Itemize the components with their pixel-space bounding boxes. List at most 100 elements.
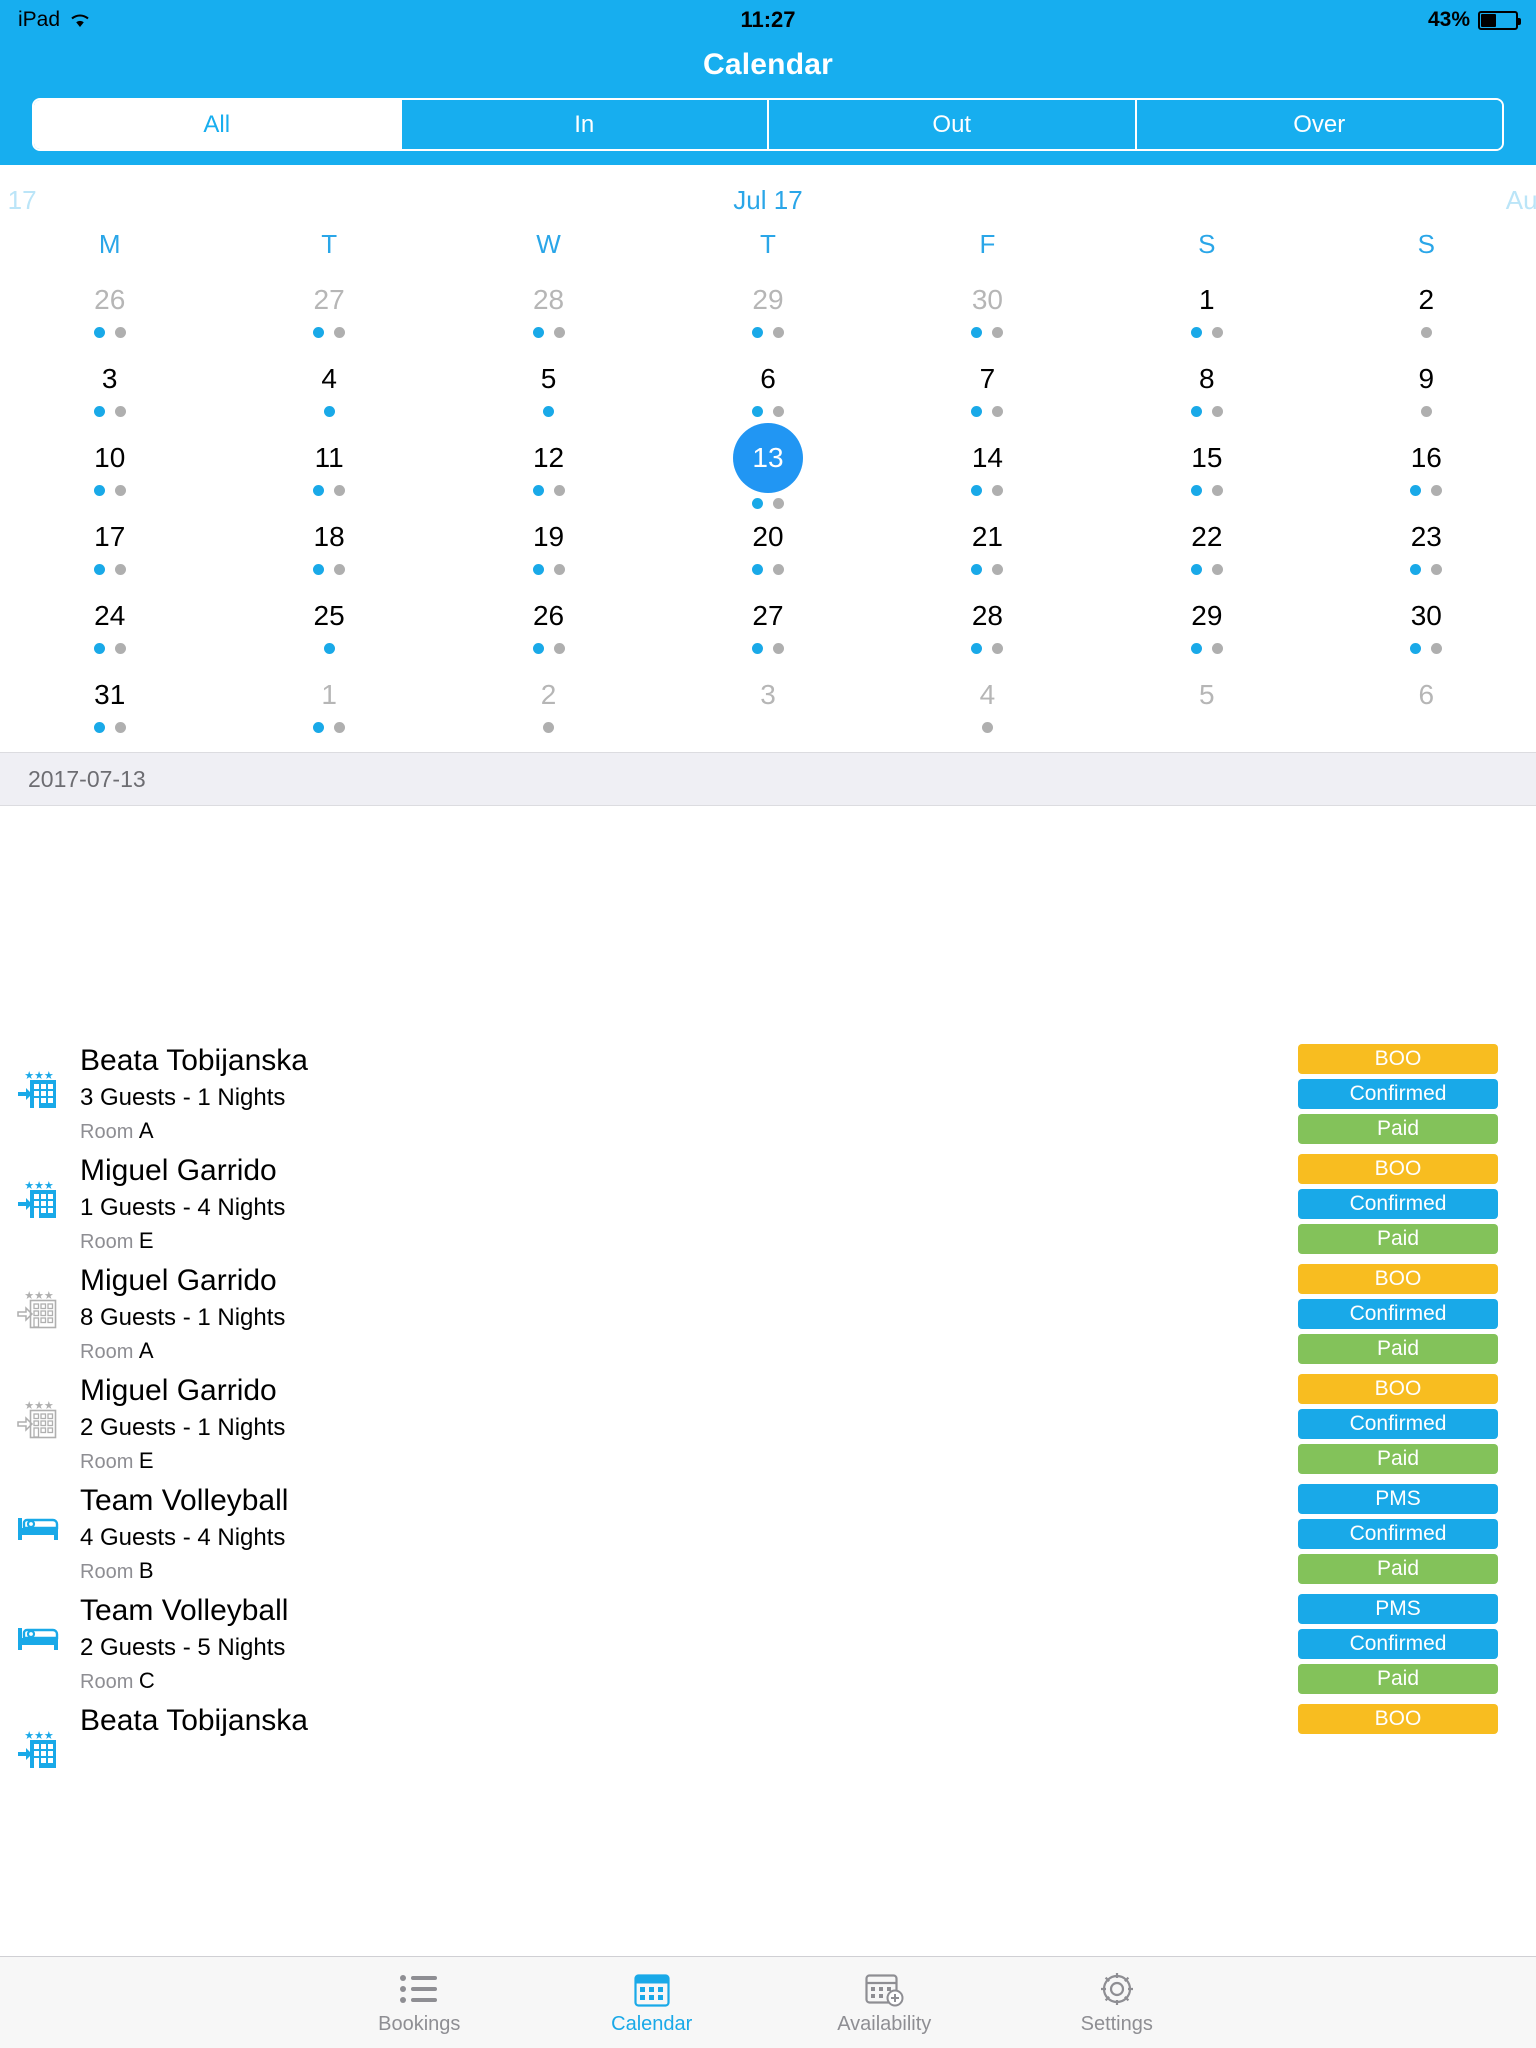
calendar-day-number[interactable]: 15 — [1172, 436, 1242, 480]
calendar-day-number[interactable]: 25 — [294, 594, 364, 638]
calendar-day-cell[interactable]: 26 — [439, 594, 658, 673]
calendar-day-cell[interactable]: 9 — [1317, 357, 1536, 436]
calendar-day-cell[interactable]: 30 — [878, 278, 1097, 357]
calendar-day-number[interactable]: 6 — [733, 357, 803, 401]
calendar-day-cell[interactable]: 13 — [658, 423, 877, 515]
calendar-day-cell[interactable]: 5 — [1097, 673, 1316, 752]
calendar-day-cell[interactable]: 27 — [658, 594, 877, 673]
calendar-day-number[interactable]: 2 — [514, 673, 584, 717]
calendar-day-cell[interactable]: 17 — [0, 515, 219, 594]
calendar-day-number[interactable]: 30 — [952, 278, 1022, 322]
calendar-day-number[interactable]: 30 — [1391, 594, 1461, 638]
calendar-day-number[interactable]: 2 — [1391, 278, 1461, 322]
calendar-day-number[interactable]: 22 — [1172, 515, 1242, 559]
booking-row[interactable]: ★★★ Beata Tobijanska 3 Guests - 1 Nights Ro… — [0, 1030, 1536, 1144]
calendar-day-selected[interactable]: 13 — [732, 423, 803, 493]
calendar-day-cell[interactable]: 1 — [219, 673, 438, 752]
calendar-day-number[interactable]: 10 — [75, 436, 145, 480]
tab-bar[interactable]: Bookings Calendar Availability Settings — [0, 1956, 1536, 2048]
calendar-day-number[interactable]: 4 — [294, 357, 364, 401]
calendar-day-cell[interactable]: 8 — [1097, 357, 1316, 436]
calendar-grid[interactable]: 26 27 28 29 30 1 2 3 4 5 6 7 8 9 10 11 12 13 14 15 16 17 18 19 2… — [0, 278, 1536, 752]
calendar-day-cell[interactable]: 26 — [0, 278, 219, 357]
calendar-day-cell[interactable]: 15 — [1097, 436, 1316, 515]
booking-row[interactable]: ★★★ Miguel Garrido 8 Guests - 1 Nights Room… — [0, 1250, 1536, 1364]
calendar-day-cell[interactable]: 28 — [439, 278, 658, 357]
booking-row[interactable]: ★★★ Beata Tobijanska BOO — [0, 1690, 1536, 1800]
month-strip[interactable]: n 17 Jul 17 Aug — [0, 165, 1536, 229]
calendar-day-cell[interactable]: 31 — [0, 673, 219, 752]
calendar-day-cell[interactable]: 21 — [878, 515, 1097, 594]
calendar-day-number[interactable]: 23 — [1391, 515, 1461, 559]
calendar-day-number[interactable]: 3 — [75, 357, 145, 401]
calendar-day-cell[interactable]: 30 — [1317, 594, 1536, 673]
calendar-day-cell[interactable]: 2 — [1317, 278, 1536, 357]
tab-calendar[interactable]: Calendar — [536, 1957, 769, 2048]
calendar-day-number[interactable]: 11 — [294, 436, 364, 480]
calendar-day-cell[interactable]: 18 — [219, 515, 438, 594]
calendar-day-cell[interactable]: 19 — [439, 515, 658, 594]
calendar-day-number[interactable]: 4 — [952, 673, 1022, 717]
calendar-day-number[interactable]: 27 — [733, 594, 803, 638]
tab-bookings[interactable]: Bookings — [303, 1957, 536, 2048]
tab-availability[interactable]: Availability — [768, 1957, 1001, 2048]
calendar-day-cell[interactable]: 11 — [219, 436, 438, 515]
booking-row[interactable]: ★★★ Miguel Garrido 1 Guests - 4 Nights Room… — [0, 1140, 1536, 1254]
calendar-day-cell[interactable]: 22 — [1097, 515, 1316, 594]
calendar-day-cell[interactable]: 5 — [439, 357, 658, 436]
booking-list[interactable]: ★★★ Beata Tobijanska 3 Guests - 1 Nights Ro… — [0, 1030, 1536, 1956]
segment-all[interactable]: All — [34, 100, 402, 149]
calendar-day-number[interactable]: 21 — [952, 515, 1022, 559]
segment-over[interactable]: Over — [1136, 100, 1502, 149]
calendar-day-cell[interactable]: 7 — [878, 357, 1097, 436]
calendar-day-number[interactable]: 12 — [514, 436, 584, 480]
calendar-day-number[interactable]: 3 — [733, 673, 803, 717]
calendar-day-cell[interactable]: 25 — [219, 594, 438, 673]
calendar-day-cell[interactable]: 28 — [878, 594, 1097, 673]
calendar-day-cell[interactable]: 27 — [219, 278, 438, 357]
calendar-day-cell[interactable]: 16 — [1317, 436, 1536, 515]
booking-row[interactable]: Team Volleyball 2 Guests - 5 Nights Room C… — [0, 1580, 1536, 1694]
calendar-day-number[interactable]: 18 — [294, 515, 364, 559]
calendar-day-cell[interactable]: 29 — [658, 278, 877, 357]
calendar-day-cell[interactable]: 12 — [439, 436, 658, 515]
calendar-day-number[interactable]: 9 — [1391, 357, 1461, 401]
calendar-day-number[interactable]: 29 — [1172, 594, 1242, 638]
calendar-day-number[interactable]: 28 — [514, 278, 584, 322]
calendar-day-cell[interactable]: 24 — [0, 594, 219, 673]
calendar-day-cell[interactable]: 4 — [878, 673, 1097, 752]
calendar-day-number[interactable]: 1 — [294, 673, 364, 717]
calendar-day-number[interactable]: 8 — [1172, 357, 1242, 401]
segment-in[interactable]: In — [401, 100, 769, 149]
calendar-day-number[interactable]: 6 — [1391, 673, 1461, 717]
calendar-day-cell[interactable]: 6 — [1317, 673, 1536, 752]
calendar-day-number[interactable]: 26 — [75, 278, 145, 322]
calendar-day-number[interactable]: 28 — [952, 594, 1022, 638]
tab-settings[interactable]: Settings — [1001, 1957, 1234, 2048]
filter-segmented-control[interactable]: All In Out Over — [32, 98, 1504, 151]
calendar-day-number[interactable]: 5 — [1172, 673, 1242, 717]
segment-out[interactable]: Out — [769, 100, 1137, 149]
calendar-day-number[interactable]: 5 — [514, 357, 584, 401]
calendar-day-cell[interactable]: 23 — [1317, 515, 1536, 594]
calendar-day-number[interactable]: 19 — [514, 515, 584, 559]
calendar-day-number[interactable]: 20 — [733, 515, 803, 559]
calendar-day-cell[interactable]: 20 — [658, 515, 877, 594]
calendar-day-cell[interactable]: 1 — [1097, 278, 1316, 357]
calendar-day-number[interactable]: 24 — [75, 594, 145, 638]
calendar-day-cell[interactable]: 10 — [0, 436, 219, 515]
calendar-day-number[interactable]: 14 — [952, 436, 1022, 480]
calendar-day-cell[interactable]: 2 — [439, 673, 658, 752]
calendar-day-cell[interactable]: 14 — [878, 436, 1097, 515]
calendar-day-cell[interactable]: 4 — [219, 357, 438, 436]
calendar-day-cell[interactable]: 3 — [658, 673, 877, 752]
calendar-day-number[interactable]: 27 — [294, 278, 364, 322]
calendar-day-number[interactable]: 17 — [75, 515, 145, 559]
month-label-next[interactable]: Aug — [1506, 185, 1536, 216]
calendar-day-number[interactable]: 1 — [1172, 278, 1242, 322]
calendar-day-cell[interactable]: 29 — [1097, 594, 1316, 673]
calendar-day-number[interactable]: 26 — [514, 594, 584, 638]
calendar-day-number[interactable]: 7 — [952, 357, 1022, 401]
calendar-day-number[interactable]: 16 — [1391, 436, 1461, 480]
calendar-day-cell[interactable]: 3 — [0, 357, 219, 436]
